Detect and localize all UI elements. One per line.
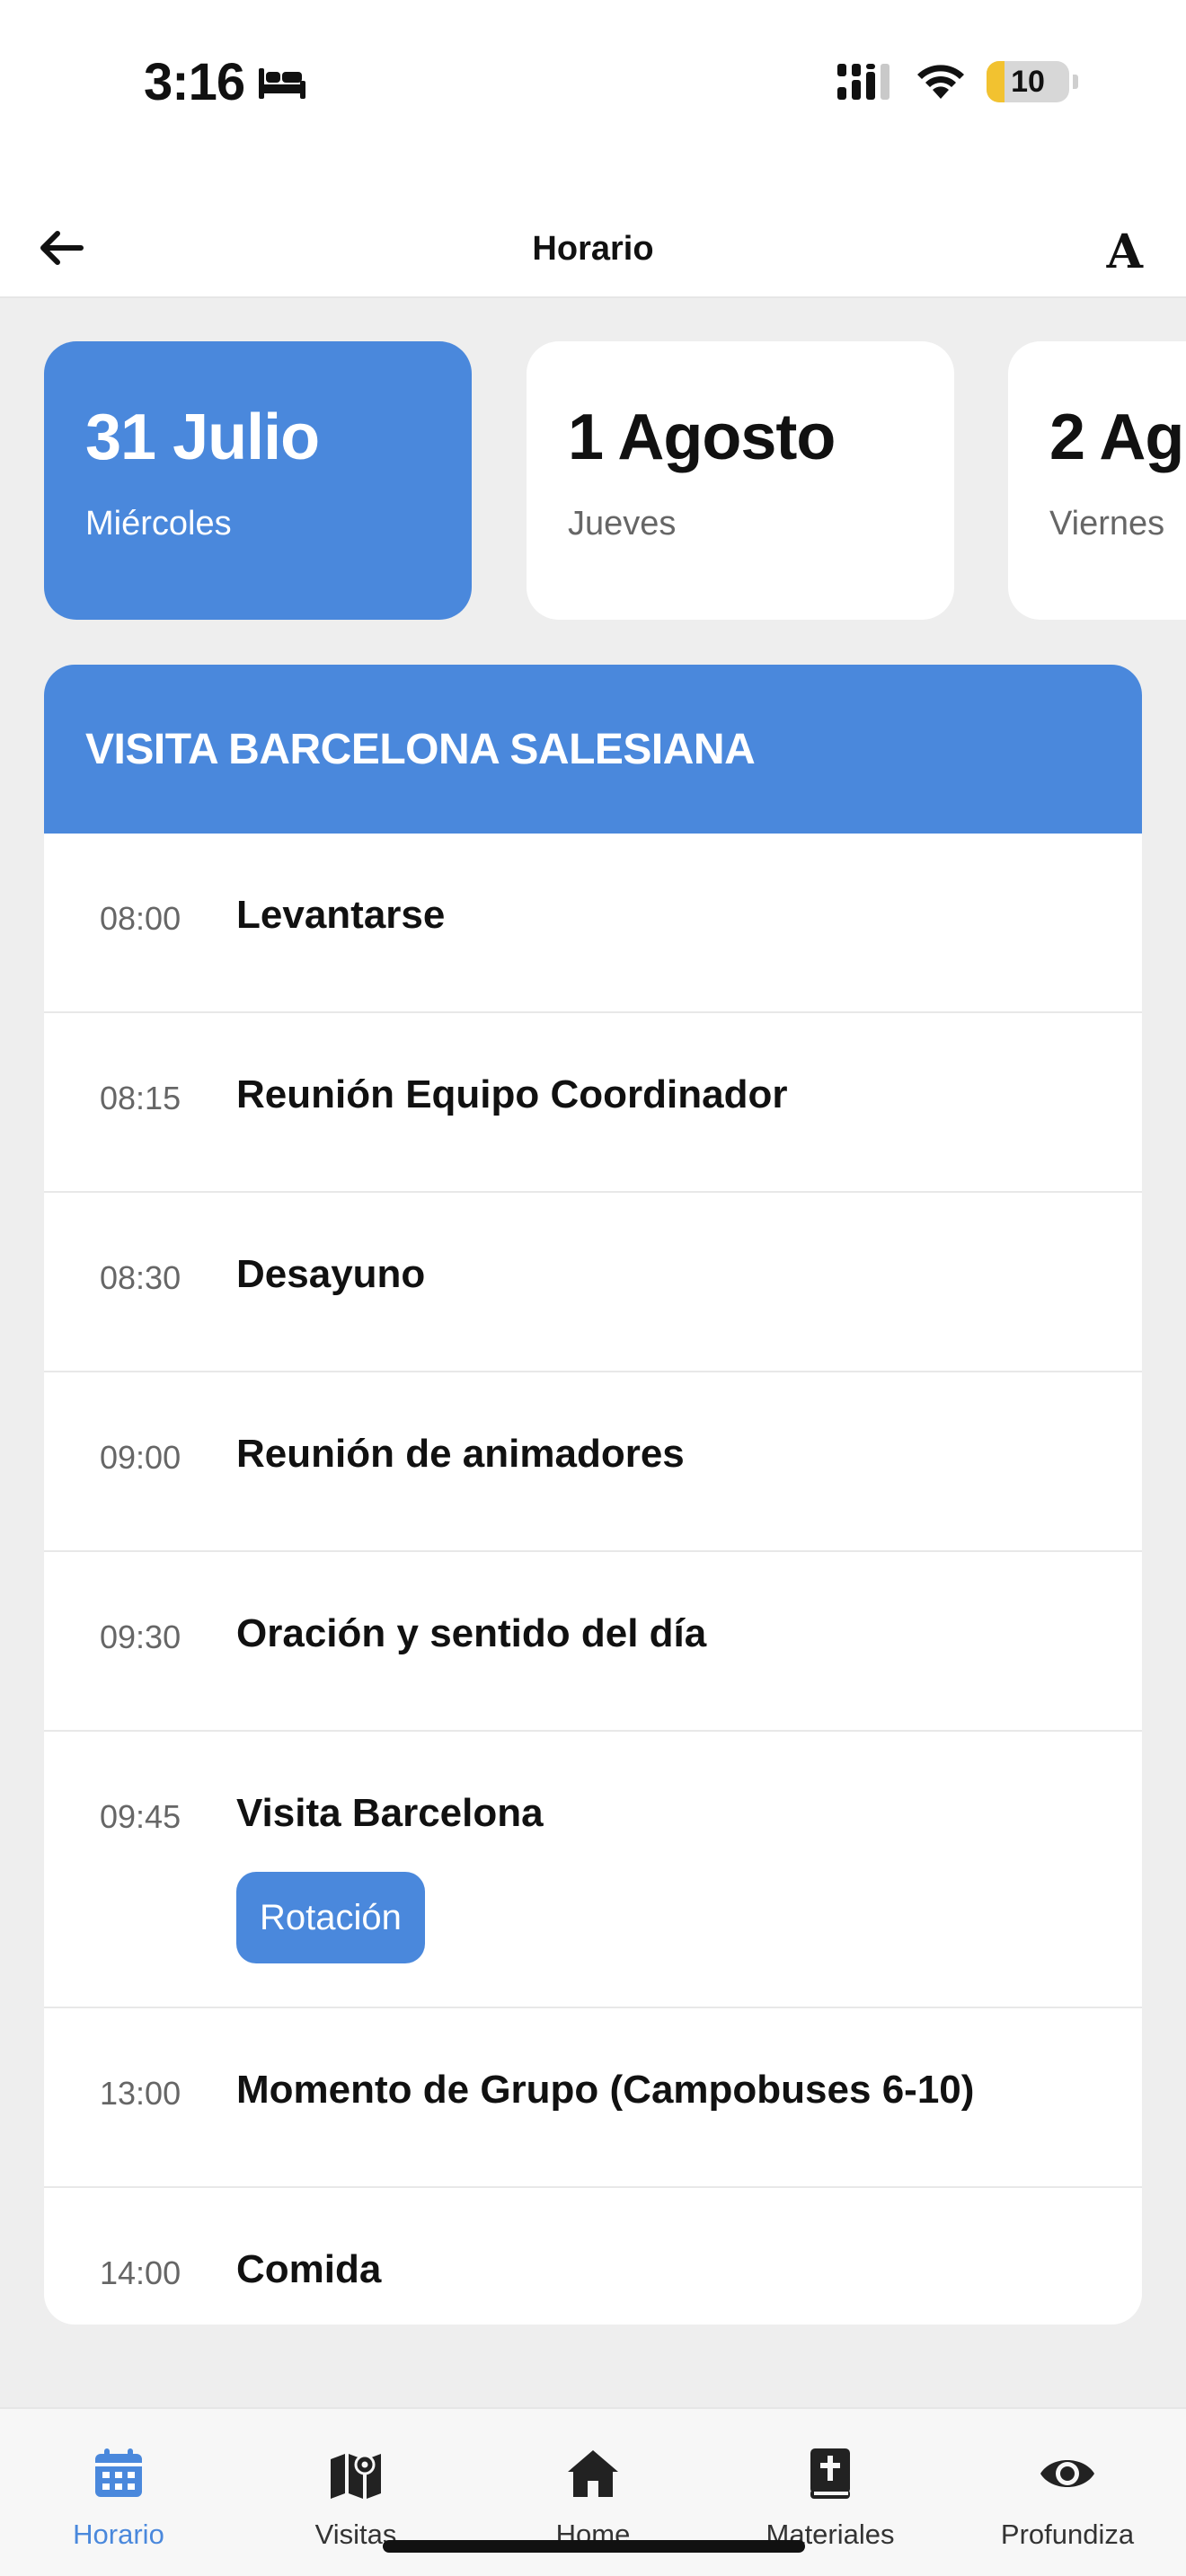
tab-label: Profundiza [1000, 2519, 1135, 2550]
schedule-row[interactable]: 08:00 Levantarse [44, 834, 1142, 1013]
status-time-text: 3:16 [144, 53, 245, 111]
bible-icon [810, 2448, 850, 2499]
day-date: 31 Julio [85, 401, 320, 473]
tab-horario[interactable]: Horario [0, 2409, 237, 2576]
schedule-row[interactable]: 14:00 Comida [44, 2188, 1142, 2325]
schedule-item-title: Reunión de animadores [236, 1432, 685, 1476]
navigation-bar: Horario A [0, 180, 1186, 298]
cellular-signal-icon [837, 64, 890, 100]
day-date: 2 Agosto [1049, 401, 1186, 473]
schedule-item-title: Reunión Equipo Coordinador [236, 1072, 788, 1116]
schedule-time: 08:00 [100, 900, 181, 937]
schedule-time: 13:00 [100, 2075, 181, 2112]
battery-level: 10 [1011, 64, 1045, 99]
day-weekday: Miércoles [85, 505, 232, 543]
rotation-tag[interactable]: Rotación [236, 1872, 425, 1963]
schedule-row[interactable]: 08:15 Reunión Equipo Coordinador [44, 1013, 1142, 1193]
day-date: 1 Agosto [568, 401, 836, 473]
map-icon [331, 2454, 381, 2499]
bed-icon [259, 67, 306, 99]
page-title: Horario [532, 230, 654, 268]
schedule-title: VISITA BARCELONA SALESIANA [44, 665, 1142, 834]
battery-cap [1073, 75, 1078, 89]
battery-indicator: 10 [987, 61, 1069, 102]
tab-label: Horario [73, 2519, 164, 2550]
day-card-2-agosto[interactable]: 2 Agosto Viernes [1008, 341, 1186, 620]
day-card-31-julio[interactable]: 31 Julio Miércoles [44, 341, 472, 620]
status-bar: 3:16 10 [0, 0, 1186, 180]
status-indicators: 10 [837, 61, 1078, 102]
schedule-time: 14:00 [100, 2254, 181, 2291]
day-selector: 31 Julio Miércoles 1 Agosto Jueves 2 Ago… [0, 341, 1186, 620]
status-time: 3:16 [144, 52, 307, 112]
day-weekday: Jueves [568, 505, 677, 543]
schedule-card: VISITA BARCELONA SALESIANA 08:00 Levanta… [44, 665, 1142, 2325]
schedule-item-title: Oración y sentido del día [236, 1611, 707, 1655]
schedule-row[interactable]: 09:45 Visita Barcelona Rotación [44, 1732, 1142, 2008]
home-icon [568, 2450, 618, 2497]
schedule-time: 09:00 [100, 1439, 181, 1476]
schedule-item-title: Comida [236, 2247, 382, 2291]
wifi-icon [917, 65, 964, 99]
schedule-row[interactable]: 09:00 Reunión de animadores [44, 1372, 1142, 1552]
schedule-item-title: Desayuno [236, 1252, 426, 1296]
schedule-row[interactable]: 13:00 Momento de Grupo (Campobuses 6-10) [44, 2008, 1142, 2188]
schedule-time: 08:30 [100, 1259, 181, 1296]
schedule-time: 09:45 [100, 1798, 181, 1835]
schedule-time: 09:30 [100, 1619, 181, 1655]
schedule-item-title: Levantarse [236, 893, 446, 937]
home-indicator [383, 2540, 805, 2553]
schedule-time: 08:15 [100, 1080, 181, 1116]
day-weekday: Viernes [1049, 505, 1165, 543]
schedule-item-title: Visita Barcelona [236, 1791, 544, 1835]
day-card-1-agosto[interactable]: 1 Agosto Jueves [527, 341, 954, 620]
font-size-icon[interactable]: A [1107, 225, 1143, 279]
schedule-item-title: Momento de Grupo (Campobuses 6-10) [236, 2068, 975, 2112]
calendar-icon [95, 2448, 142, 2497]
schedule-row[interactable]: 08:30 Desayuno [44, 1193, 1142, 1372]
schedule-row[interactable]: 09:30 Oración y sentido del día [44, 1552, 1142, 1732]
eye-icon [1040, 2460, 1094, 2487]
tab-profundiza[interactable]: Profundiza [949, 2409, 1186, 2576]
